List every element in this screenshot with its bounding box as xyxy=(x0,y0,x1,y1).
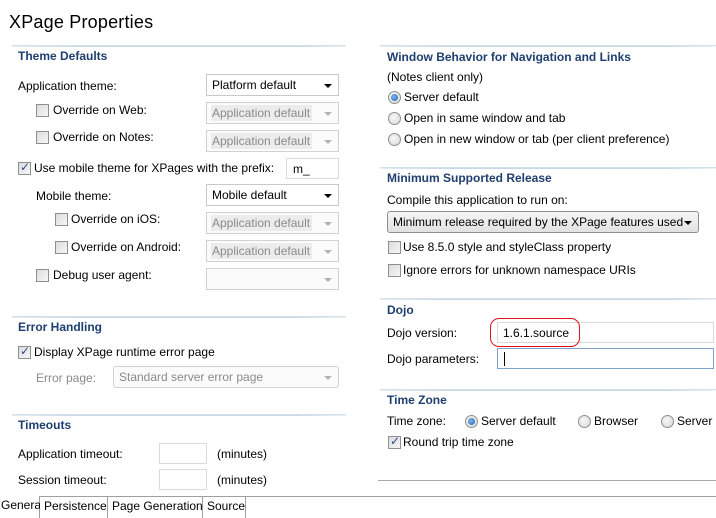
dojo-params-label: Dojo parameters: xyxy=(387,352,480,366)
mobile-theme-select[interactable]: Mobile default xyxy=(206,184,339,206)
override-ios-checkbox[interactable] xyxy=(55,213,68,226)
chevron-down-icon xyxy=(324,84,332,88)
error-page-value: Standard server error page xyxy=(119,370,264,384)
debug-user-agent-label: Debug user agent: xyxy=(53,268,152,282)
section-divider xyxy=(12,316,346,318)
radio-same-window[interactable] xyxy=(388,112,401,125)
section-title-error-handling: Error Handling xyxy=(18,320,103,334)
display-error-page-checkbox[interactable] xyxy=(18,344,31,359)
session-timeout-label: Session timeout: xyxy=(18,473,107,487)
radio-new-window-label: Open in new window or tab (per client pr… xyxy=(404,132,670,146)
time-zone-label: Time zone: xyxy=(387,414,446,428)
session-timeout-input[interactable] xyxy=(159,469,207,490)
use-850-style-checkbox[interactable] xyxy=(388,241,401,254)
compile-release-value: Minimum release required by the XPage fe… xyxy=(393,215,684,229)
radio-tz-server-label: Server xyxy=(677,414,713,428)
override-notes-label: Override on Notes: xyxy=(53,130,154,144)
tab-source[interactable]: Source xyxy=(203,497,246,518)
round-trip-label: Round trip time zone xyxy=(403,435,514,449)
chevron-down-icon xyxy=(684,221,692,225)
override-ios-label: Override on iOS: xyxy=(71,212,161,226)
tab-page-generation[interactable]: Page Generation xyxy=(108,497,203,518)
tab-general[interactable]: General xyxy=(0,496,44,518)
chevron-down-icon xyxy=(324,194,332,198)
section-divider xyxy=(12,414,346,416)
section-title-min-release: Minimum Supported Release xyxy=(387,171,552,185)
ignore-errors-checkbox[interactable] xyxy=(388,264,401,277)
compile-release-select[interactable]: Minimum release required by the XPage fe… xyxy=(387,211,699,233)
app-timeout-unit: (minutes) xyxy=(217,447,268,461)
page-title: XPage Properties xyxy=(9,12,154,32)
editor-tab-bar: General Persistence Page Generation Sour… xyxy=(0,496,716,518)
override-notes-select[interactable]: Application default xyxy=(206,130,339,152)
section-title-theme-defaults: Theme Defaults xyxy=(18,49,108,63)
override-web-select[interactable]: Application default xyxy=(206,102,339,124)
radio-server-default-label: Server default xyxy=(404,90,479,104)
section-divider xyxy=(12,45,346,47)
mobile-theme-label: Mobile theme: xyxy=(36,189,112,203)
compile-label: Compile this application to run on: xyxy=(387,193,568,207)
error-page-label: Error page: xyxy=(36,371,97,385)
application-theme-value: Platform default xyxy=(212,78,297,92)
override-notes-checkbox[interactable] xyxy=(36,131,49,144)
section-title-timeouts: Timeouts xyxy=(18,418,72,432)
override-ios-value: Application default xyxy=(211,215,313,231)
section-divider xyxy=(380,298,716,300)
override-web-checkbox[interactable] xyxy=(36,104,49,117)
red-highlight-annotation xyxy=(490,318,580,347)
debug-user-agent-checkbox[interactable] xyxy=(36,269,49,282)
dojo-params-input[interactable] xyxy=(497,348,714,369)
chevron-down-icon xyxy=(324,112,332,116)
use-mobile-theme-checkbox[interactable] xyxy=(18,160,31,175)
radio-tz-browser-label: Browser xyxy=(594,414,639,428)
override-web-label: Override on Web: xyxy=(53,103,147,117)
section-title-window-behavior: Window Behavior for Navigation and Links xyxy=(387,50,631,64)
chevron-down-icon xyxy=(324,278,332,282)
override-notes-value: Application default xyxy=(211,133,313,149)
override-android-value: Application default xyxy=(211,243,313,259)
section-divider xyxy=(378,480,716,481)
chevron-down-icon xyxy=(324,222,332,226)
use-850-style-label: Use 8.5.0 style and styleClass property xyxy=(403,240,612,254)
radio-tz-server-default-label: Server default xyxy=(481,414,556,428)
application-theme-select[interactable]: Platform default xyxy=(206,74,339,96)
app-timeout-input[interactable] xyxy=(159,443,207,464)
round-trip-checkbox[interactable] xyxy=(388,434,401,449)
use-mobile-theme-label: Use mobile theme for XPages with the pre… xyxy=(34,161,275,175)
section-divider xyxy=(380,167,716,169)
override-android-label: Override on Android: xyxy=(71,240,182,254)
radio-server-default[interactable] xyxy=(388,91,401,104)
ignore-errors-label: Ignore errors for unknown namespace URIs xyxy=(403,263,636,277)
application-theme-label: Application theme: xyxy=(18,79,117,93)
section-divider xyxy=(380,389,716,391)
chevron-down-icon xyxy=(324,250,332,254)
dojo-version-label: Dojo version: xyxy=(387,326,458,340)
display-error-page-label: Display XPage runtime error page xyxy=(34,345,215,359)
chevron-down-icon xyxy=(324,140,332,144)
mobile-prefix-input[interactable]: m_ xyxy=(286,158,339,179)
mobile-theme-value: Mobile default xyxy=(212,188,287,202)
section-title-time-zone: Time Zone xyxy=(387,393,447,407)
radio-tz-server-default[interactable] xyxy=(465,415,478,428)
debug-user-agent-select[interactable] xyxy=(206,268,339,290)
text-caret xyxy=(504,352,505,366)
section-title-dojo: Dojo xyxy=(387,303,414,317)
section-divider xyxy=(380,45,716,47)
error-page-select[interactable]: Standard server error page xyxy=(113,366,339,388)
chevron-down-icon xyxy=(324,376,332,380)
override-web-value: Application default xyxy=(211,105,313,121)
radio-new-window[interactable] xyxy=(388,133,401,146)
override-android-select[interactable]: Application default xyxy=(206,240,339,262)
radio-tz-server[interactable] xyxy=(661,415,674,428)
override-ios-select[interactable]: Application default xyxy=(206,212,339,234)
tab-persistence[interactable]: Persistence xyxy=(40,497,108,518)
override-android-checkbox[interactable] xyxy=(55,241,68,254)
radio-same-window-label: Open in same window and tab xyxy=(404,111,566,125)
mobile-prefix-value: m_ xyxy=(293,162,310,176)
radio-tz-browser[interactable] xyxy=(578,415,591,428)
window-behavior-subtitle: (Notes client only) xyxy=(387,70,484,84)
session-timeout-unit: (minutes) xyxy=(217,473,268,487)
app-timeout-label: Application timeout: xyxy=(18,447,123,461)
